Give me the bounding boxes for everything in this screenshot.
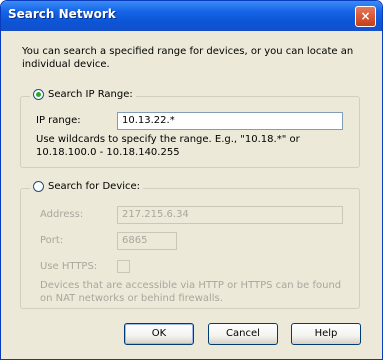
close-icon: × [360, 9, 371, 23]
search-ip-range-label: Search IP Range: [48, 89, 133, 100]
search-ip-range-radio[interactable] [33, 89, 44, 100]
device-note: Devices that are accessible via HTTP or … [40, 280, 342, 304]
dialog-description: You can search a specified range for dev… [22, 46, 354, 70]
search-network-dialog: Search Network × You can search a specif… [0, 0, 383, 360]
search-ip-range-group: Search IP Range: IP range: 10.13.22.* Us… [20, 89, 360, 168]
search-device-radio[interactable] [33, 181, 44, 192]
title-bar: Search Network × [1, 1, 382, 31]
address-label: Address: [40, 209, 84, 220]
port-label: Port: [40, 235, 64, 246]
close-button[interactable]: × [355, 6, 376, 27]
use-https-checkbox[interactable] [117, 260, 130, 273]
search-device-group: Search for Device: Address: 217.215.6.34… [20, 181, 360, 309]
cancel-button[interactable]: Cancel [208, 323, 278, 345]
address-input[interactable]: 217.215.6.34 [117, 206, 343, 224]
ip-range-input[interactable]: 10.13.22.* [117, 112, 343, 130]
dialog-title: Search Network [8, 7, 116, 21]
help-button[interactable]: Help [291, 323, 361, 345]
search-device-label: Search for Device: [48, 181, 141, 192]
ip-range-label: IP range: [36, 115, 81, 126]
search-ip-range-option[interactable]: Search IP Range: [30, 89, 136, 100]
use-https-label: Use HTTPS: [40, 261, 98, 272]
port-input[interactable]: 6865 [117, 232, 177, 250]
ok-button[interactable]: OK [124, 323, 194, 345]
search-device-option[interactable]: Search for Device: [30, 181, 144, 192]
ip-range-hint: Use wildcards to specify the range. E.g.… [36, 134, 300, 158]
